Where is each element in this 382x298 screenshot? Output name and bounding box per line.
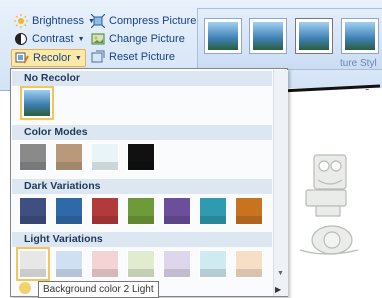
light-variation-swatch[interactable] [199,250,227,278]
dark-variation-swatch[interactable] [199,197,227,225]
light-variation-swatch[interactable] [127,250,155,278]
light-variation-swatch[interactable] [16,247,50,281]
color-mode-swatch[interactable] [19,143,47,171]
dark-variation-swatch[interactable] [55,197,83,225]
light-variation-swatch[interactable] [91,250,119,278]
scroll-down-arrow-icon[interactable]: ▼ [277,270,284,277]
submenu-arrow-icon[interactable]: ▶ [275,285,281,294]
section-dark-variations: Dark Variations [12,179,272,194]
color-mode-swatch[interactable] [91,143,119,171]
section-light-variations: Light Variations [12,232,272,247]
dark-variation-swatch[interactable] [235,197,263,225]
color-mode-swatch[interactable] [127,143,155,171]
light-variation-swatch[interactable] [163,250,191,278]
light-variation-swatch[interactable] [235,250,263,278]
dark-variation-swatch[interactable] [19,197,47,225]
section-color-modes: Color Modes [12,125,272,140]
menu-scrollbar[interactable]: ▼ [273,70,288,296]
more-variations-icon[interactable] [19,282,31,294]
dark-variation-swatch[interactable] [127,197,155,225]
dark-variation-swatch[interactable] [91,197,119,225]
color-mode-swatch[interactable] [55,143,83,171]
dark-variation-swatch[interactable] [163,197,191,225]
section-no-recolor: No Recolor [12,71,272,86]
recolor-dropdown-menu: No Recolor Color Modes Dark Variations L… [10,68,288,297]
light-variation-swatch[interactable] [55,250,83,278]
no-recolor-swatch[interactable] [20,86,54,120]
swatch-tooltip: Background color 2 Light [38,281,159,298]
